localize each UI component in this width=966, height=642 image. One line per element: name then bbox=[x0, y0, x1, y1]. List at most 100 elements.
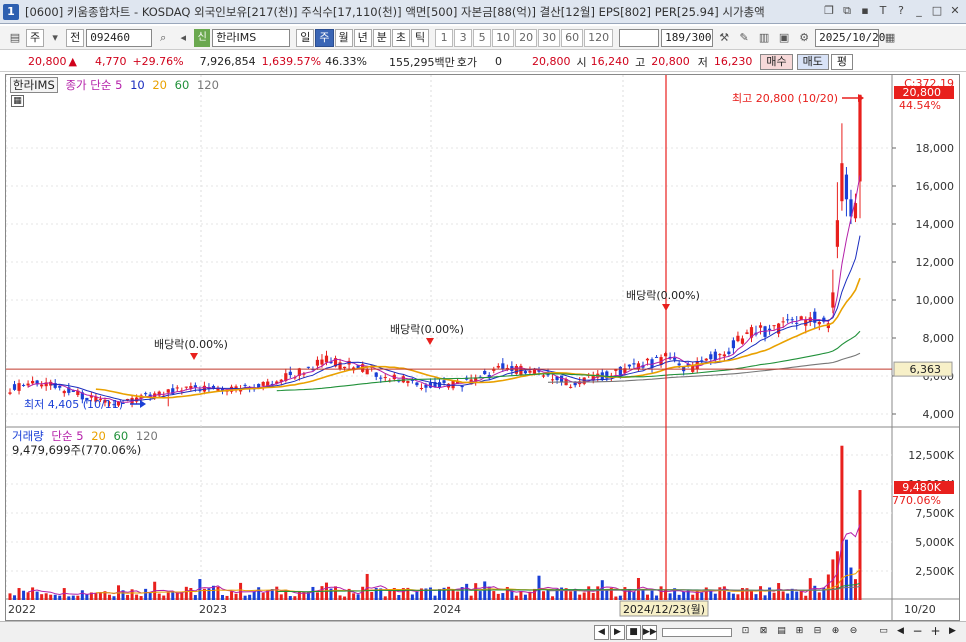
volume-bar bbox=[618, 595, 622, 600]
volume-bar bbox=[184, 586, 188, 600]
tool4-icon[interactable]: ⊞ bbox=[792, 625, 807, 640]
stock-name-field[interactable]: 한라IMS bbox=[212, 28, 291, 47]
x-axis-label: 2022 bbox=[8, 603, 36, 616]
tool5-icon[interactable]: ⊟ bbox=[810, 625, 825, 640]
search-icon[interactable]: ⌕ bbox=[154, 29, 172, 47]
link-icon[interactable]: ▪ bbox=[858, 4, 872, 18]
interval-button[interactable]: 60 bbox=[561, 28, 584, 47]
copy-icon[interactable]: ⧉ bbox=[840, 4, 854, 18]
period-button[interactable]: 틱 bbox=[411, 28, 430, 47]
turnover-pct: 46.33% bbox=[325, 55, 368, 68]
volume-bar bbox=[58, 595, 62, 600]
minimize-icon[interactable]: _ bbox=[912, 4, 926, 18]
tool6-icon[interactable]: ⊕ bbox=[828, 625, 843, 640]
vol-y-tick-label: 2,500K bbox=[915, 565, 954, 578]
period-button[interactable]: 년 bbox=[353, 28, 372, 47]
scroll-right-icon[interactable]: ▶ bbox=[945, 625, 960, 640]
stop-icon[interactable]: ■ bbox=[626, 625, 641, 640]
scroll-left2-icon[interactable]: ◀ bbox=[893, 625, 908, 640]
interval-button[interactable]: 3 bbox=[454, 28, 473, 47]
volume-bar bbox=[799, 591, 803, 600]
stock-legend-name[interactable]: 한라IMS bbox=[10, 77, 58, 93]
tool2-icon[interactable]: ⊠ bbox=[756, 625, 771, 640]
y-tick-label: 10,000 bbox=[916, 294, 955, 307]
chart-tool-icon[interactable]: ⚒ bbox=[715, 29, 733, 47]
volume-bar bbox=[650, 590, 654, 600]
volume-bar bbox=[428, 587, 432, 600]
interval-button[interactable]: 1 bbox=[435, 28, 454, 47]
candle-body bbox=[26, 383, 30, 386]
period-button[interactable]: 분 bbox=[372, 28, 391, 47]
volume-bar bbox=[469, 595, 473, 600]
gear-icon[interactable]: ⚙ bbox=[795, 29, 813, 47]
window-number: 1 bbox=[3, 3, 19, 20]
chart-canvas[interactable]: 18,00016,00014,00012,00010,0008,0006,000… bbox=[6, 75, 959, 620]
scroll-left-icon[interactable]: ◀ bbox=[594, 625, 609, 640]
interval-button[interactable]: 30 bbox=[538, 28, 561, 47]
candle-body bbox=[722, 354, 726, 357]
text-icon[interactable]: T bbox=[876, 4, 890, 18]
volume-bar bbox=[279, 594, 283, 600]
bar-icon[interactable]: ▥ bbox=[755, 29, 773, 47]
maximize-icon[interactable]: □ bbox=[930, 4, 944, 18]
speaker-icon[interactable]: ◂ bbox=[174, 29, 192, 47]
chevron-down-icon[interactable]: ▾ bbox=[46, 29, 64, 47]
tool3-icon[interactable]: ▤ bbox=[774, 625, 789, 640]
tool8-icon[interactable]: ▭ bbox=[876, 625, 891, 640]
play-icon[interactable]: ▶ bbox=[610, 625, 625, 640]
data-count-field[interactable]: 189/300 bbox=[661, 28, 714, 47]
zoom-in-icon[interactable]: + bbox=[928, 625, 943, 640]
up-arrow-icon: ▲ bbox=[68, 55, 77, 68]
prev-button[interactable]: 전 bbox=[66, 28, 85, 47]
interval-button[interactable]: 5 bbox=[473, 28, 492, 47]
candle-body bbox=[677, 363, 681, 366]
last-volume-tag: 9,480K bbox=[902, 481, 941, 494]
save-icon[interactable]: ▣ bbox=[775, 29, 793, 47]
volume-bar bbox=[320, 586, 324, 600]
candle-body bbox=[12, 384, 17, 390]
zoom-out-icon[interactable]: − bbox=[910, 625, 925, 640]
layout-icon[interactable]: ▤ bbox=[6, 29, 24, 47]
volume-bar bbox=[252, 591, 256, 600]
volume-bar bbox=[849, 567, 853, 600]
period-button[interactable]: 일 bbox=[296, 28, 315, 47]
dividend-annotation: 배당락(0.00%) bbox=[154, 338, 228, 351]
interval-button[interactable]: 10 bbox=[492, 28, 515, 47]
calendar-icon[interactable]: ▦ bbox=[881, 29, 899, 47]
number-input[interactable] bbox=[619, 28, 660, 47]
min-price-annotation: 최저 4,405 (10/11) bbox=[24, 398, 123, 411]
candle-body bbox=[781, 321, 785, 323]
volume-bar bbox=[175, 592, 179, 600]
candle-body bbox=[731, 340, 736, 349]
current-price: 20,800 bbox=[28, 55, 67, 68]
scroll-bar[interactable]: ◀ ▶ ■ ▶▶ ⊡ ⊠ ▤ ⊞ ⊟ ⊕ ⊖ ▭ ◀ − + ▶ bbox=[0, 621, 966, 642]
volume-bar bbox=[578, 594, 582, 600]
grid-icon[interactable]: ▦ bbox=[11, 95, 24, 107]
help-icon[interactable]: ? bbox=[894, 4, 908, 18]
tool7-icon[interactable]: ⊖ bbox=[846, 625, 861, 640]
stock-code-input[interactable]: 092460 bbox=[86, 28, 153, 47]
restore-icon[interactable]: ❐ bbox=[822, 4, 836, 18]
zoom-slider[interactable] bbox=[662, 628, 732, 637]
period-button[interactable]: 월 bbox=[334, 28, 353, 47]
sell-button[interactable]: 매도 bbox=[796, 53, 829, 70]
chart-area[interactable]: 18,00016,00014,00012,00010,0008,0006,000… bbox=[5, 74, 960, 621]
close-icon[interactable]: ✕ bbox=[948, 4, 962, 18]
candle-body bbox=[306, 366, 311, 368]
draw-icon[interactable]: ✎ bbox=[735, 29, 753, 47]
volume-bar bbox=[759, 586, 763, 600]
y-tick-label: 18,000 bbox=[916, 142, 955, 155]
candle-body bbox=[795, 322, 799, 324]
tool-icon[interactable]: ⊡ bbox=[738, 625, 753, 640]
period-button[interactable]: 초 bbox=[391, 28, 410, 47]
fast-forward-icon[interactable]: ▶▶ bbox=[642, 625, 657, 640]
buy-button[interactable]: 매수 bbox=[760, 53, 793, 70]
interval-button[interactable]: 120 bbox=[584, 28, 614, 47]
date-field[interactable]: 2025/10/20 bbox=[815, 28, 885, 47]
period-button[interactable]: 주 bbox=[315, 28, 334, 47]
eval-button[interactable]: 평 bbox=[830, 53, 853, 70]
interval-button[interactable]: 20 bbox=[515, 28, 538, 47]
volume-bar bbox=[519, 591, 523, 600]
period-select[interactable]: 주 bbox=[26, 28, 45, 47]
candle-body bbox=[627, 364, 632, 367]
